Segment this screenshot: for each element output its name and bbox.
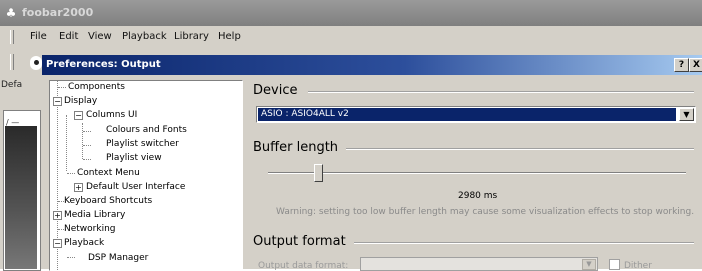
menu-edit[interactable]: Edit bbox=[59, 31, 78, 42]
device-heading: Device bbox=[253, 83, 298, 98]
tree-connector-h bbox=[83, 131, 91, 132]
menu-library[interactable]: Library bbox=[174, 31, 209, 42]
buffer-group-line bbox=[346, 148, 694, 150]
device-select[interactable]: ASIO : ASIO4ALL v2 ▼ bbox=[256, 106, 696, 123]
expand-media-library-icon[interactable]: + bbox=[53, 211, 62, 220]
buffer-slider-thumb[interactable] bbox=[314, 164, 324, 182]
device-select-value: ASIO : ASIO4ALL v2 bbox=[258, 108, 676, 121]
expand-default-ui-icon[interactable]: + bbox=[74, 183, 83, 192]
help-button[interactable]: ? bbox=[674, 58, 689, 72]
menubar-grip[interactable] bbox=[10, 30, 14, 44]
preferences-title: Preferences: Output bbox=[46, 59, 161, 70]
dither-label: Dither bbox=[624, 261, 652, 271]
tree-item-columns-ui[interactable]: Columns UI bbox=[86, 109, 137, 122]
tree-connector-h bbox=[67, 257, 75, 258]
menubar: File Edit View Playback Library Help bbox=[0, 26, 702, 49]
tree-connector-h bbox=[67, 173, 75, 174]
tree-item-keyboard-shortcuts[interactable]: Keyboard Shortcuts bbox=[64, 195, 152, 208]
collapse-playback-icon[interactable]: − bbox=[53, 239, 62, 248]
menu-playback[interactable]: Playback bbox=[122, 31, 167, 42]
tree-connector-columns bbox=[82, 123, 83, 159]
tree-item-context-menu[interactable]: Context Menu bbox=[77, 167, 140, 180]
menu-view[interactable]: View bbox=[88, 31, 112, 42]
buffer-warning-text: Warning: setting too low buffer length m… bbox=[276, 207, 695, 217]
buffer-slider-track[interactable] bbox=[268, 172, 686, 174]
app-titlebar: ♣ foobar2000 bbox=[0, 0, 702, 26]
dropdown-arrow-icon[interactable]: ▼ bbox=[582, 259, 596, 270]
tree-item-display[interactable]: Display bbox=[64, 95, 97, 108]
tree-item-playlist-view[interactable]: Playlist view bbox=[106, 152, 162, 165]
toolbar-grip[interactable] bbox=[10, 54, 14, 70]
tree-item-playback[interactable]: Playback bbox=[64, 237, 104, 250]
tree-item-components[interactable]: Components bbox=[68, 81, 125, 94]
output-data-format-label: Output data format: bbox=[258, 261, 349, 271]
preferences-window-icon bbox=[30, 56, 42, 70]
buffer-length-heading: Buffer length bbox=[253, 140, 339, 155]
output-format-heading: Output format bbox=[253, 234, 346, 249]
output-format-group-line bbox=[354, 242, 694, 244]
tree-connector-h bbox=[83, 145, 91, 146]
tree-item-dsp-manager[interactable]: DSP Manager bbox=[88, 252, 148, 265]
dropdown-arrow-icon[interactable]: ▼ bbox=[679, 108, 694, 121]
left-tab-default[interactable]: Defa bbox=[1, 80, 22, 90]
buffer-length-value: 2980 ms bbox=[458, 191, 498, 201]
menu-help[interactable]: Help bbox=[218, 31, 241, 42]
device-group-line bbox=[308, 91, 694, 93]
tree-item-playlist-switcher[interactable]: Playlist switcher bbox=[106, 138, 179, 151]
tree-connector-h bbox=[58, 87, 66, 88]
collapse-columns-ui-icon[interactable]: − bbox=[74, 111, 83, 120]
tree-item-colours-and-fonts[interactable]: Colours and Fonts bbox=[106, 124, 187, 137]
left-visualization-panel bbox=[5, 126, 37, 269]
dither-checkbox[interactable] bbox=[609, 259, 620, 270]
close-button[interactable]: X bbox=[689, 58, 702, 72]
tree-connector-display bbox=[66, 115, 67, 171]
collapse-display-icon[interactable]: − bbox=[53, 97, 62, 106]
foobar-app-icon: ♣ bbox=[5, 6, 17, 20]
tree-item-networking[interactable]: Networking bbox=[64, 223, 116, 236]
menu-file[interactable]: File bbox=[30, 31, 47, 42]
app-title: foobar2000 bbox=[22, 6, 94, 19]
tree-item-default-user-interface[interactable]: Default User Interface bbox=[86, 181, 185, 194]
tree-item-media-library[interactable]: Media Library bbox=[64, 209, 125, 222]
preferences-tree[interactable]: − − + + − Components Display Columns UI … bbox=[49, 80, 243, 271]
tree-connector-h bbox=[83, 159, 91, 160]
